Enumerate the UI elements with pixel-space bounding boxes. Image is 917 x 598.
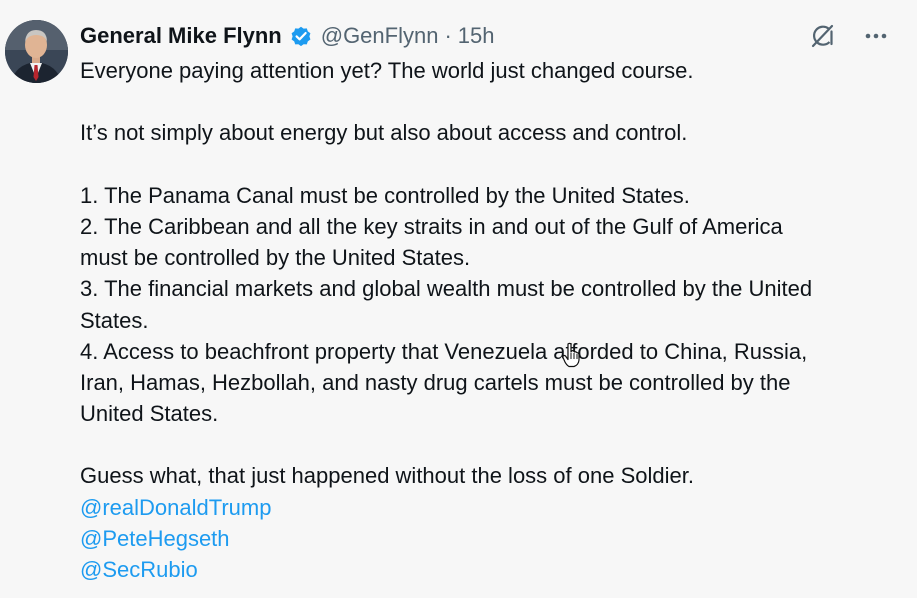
mention-link[interactable]: @SecRubio [80,554,906,585]
post-text-line: 3. The financial markets and global weal… [80,276,813,302]
post-text-line: United States. [80,401,219,427]
more-horizontal-icon[interactable] [861,21,891,51]
post-text-line [80,86,906,117]
mention-link[interactable]: @realDonaldTrump [80,492,906,523]
grok-icon[interactable] [807,21,837,51]
avatar[interactable] [5,20,68,83]
post-header: General Mike Flynn @GenFlynn · 15h [80,22,495,50]
tweet: General Mike Flynn @GenFlynn · 15h Every… [0,0,917,598]
handle[interactable]: @GenFlynn [321,22,439,50]
post-actions [807,21,891,51]
verified-badge-icon[interactable] [289,24,313,48]
post-text-line: States. [80,307,149,333]
separator-dot: · [444,23,452,48]
post-text-line: Everyone paying attention yet? The world… [80,58,694,83]
display-name[interactable]: General Mike Flynn [80,22,282,50]
post-text-line [80,429,906,460]
post-time[interactable]: 15h [458,22,495,50]
hand-cursor-icon [562,342,580,373]
post-text-line [80,149,906,180]
post-text-line: 2. The Caribbean and all the key straits… [80,213,783,239]
post-text-line: 4. Access to beachfront property that Ve… [80,338,808,364]
post-text-line: It’s not simply about energy but also ab… [80,120,688,146]
post-text-line: 1. The Panama Canal must be controlled b… [80,182,690,208]
post-text-line: Guess what, that just happened without t… [80,463,694,489]
mention-link[interactable]: @PeteHegseth [80,523,906,554]
post-text-line: must be controlled by the United States. [80,245,471,271]
post-body: Everyone paying attention yet? The world… [80,55,906,585]
post-text-line: Iran, Hamas, Hezbollah, and nasty drug c… [80,369,791,395]
